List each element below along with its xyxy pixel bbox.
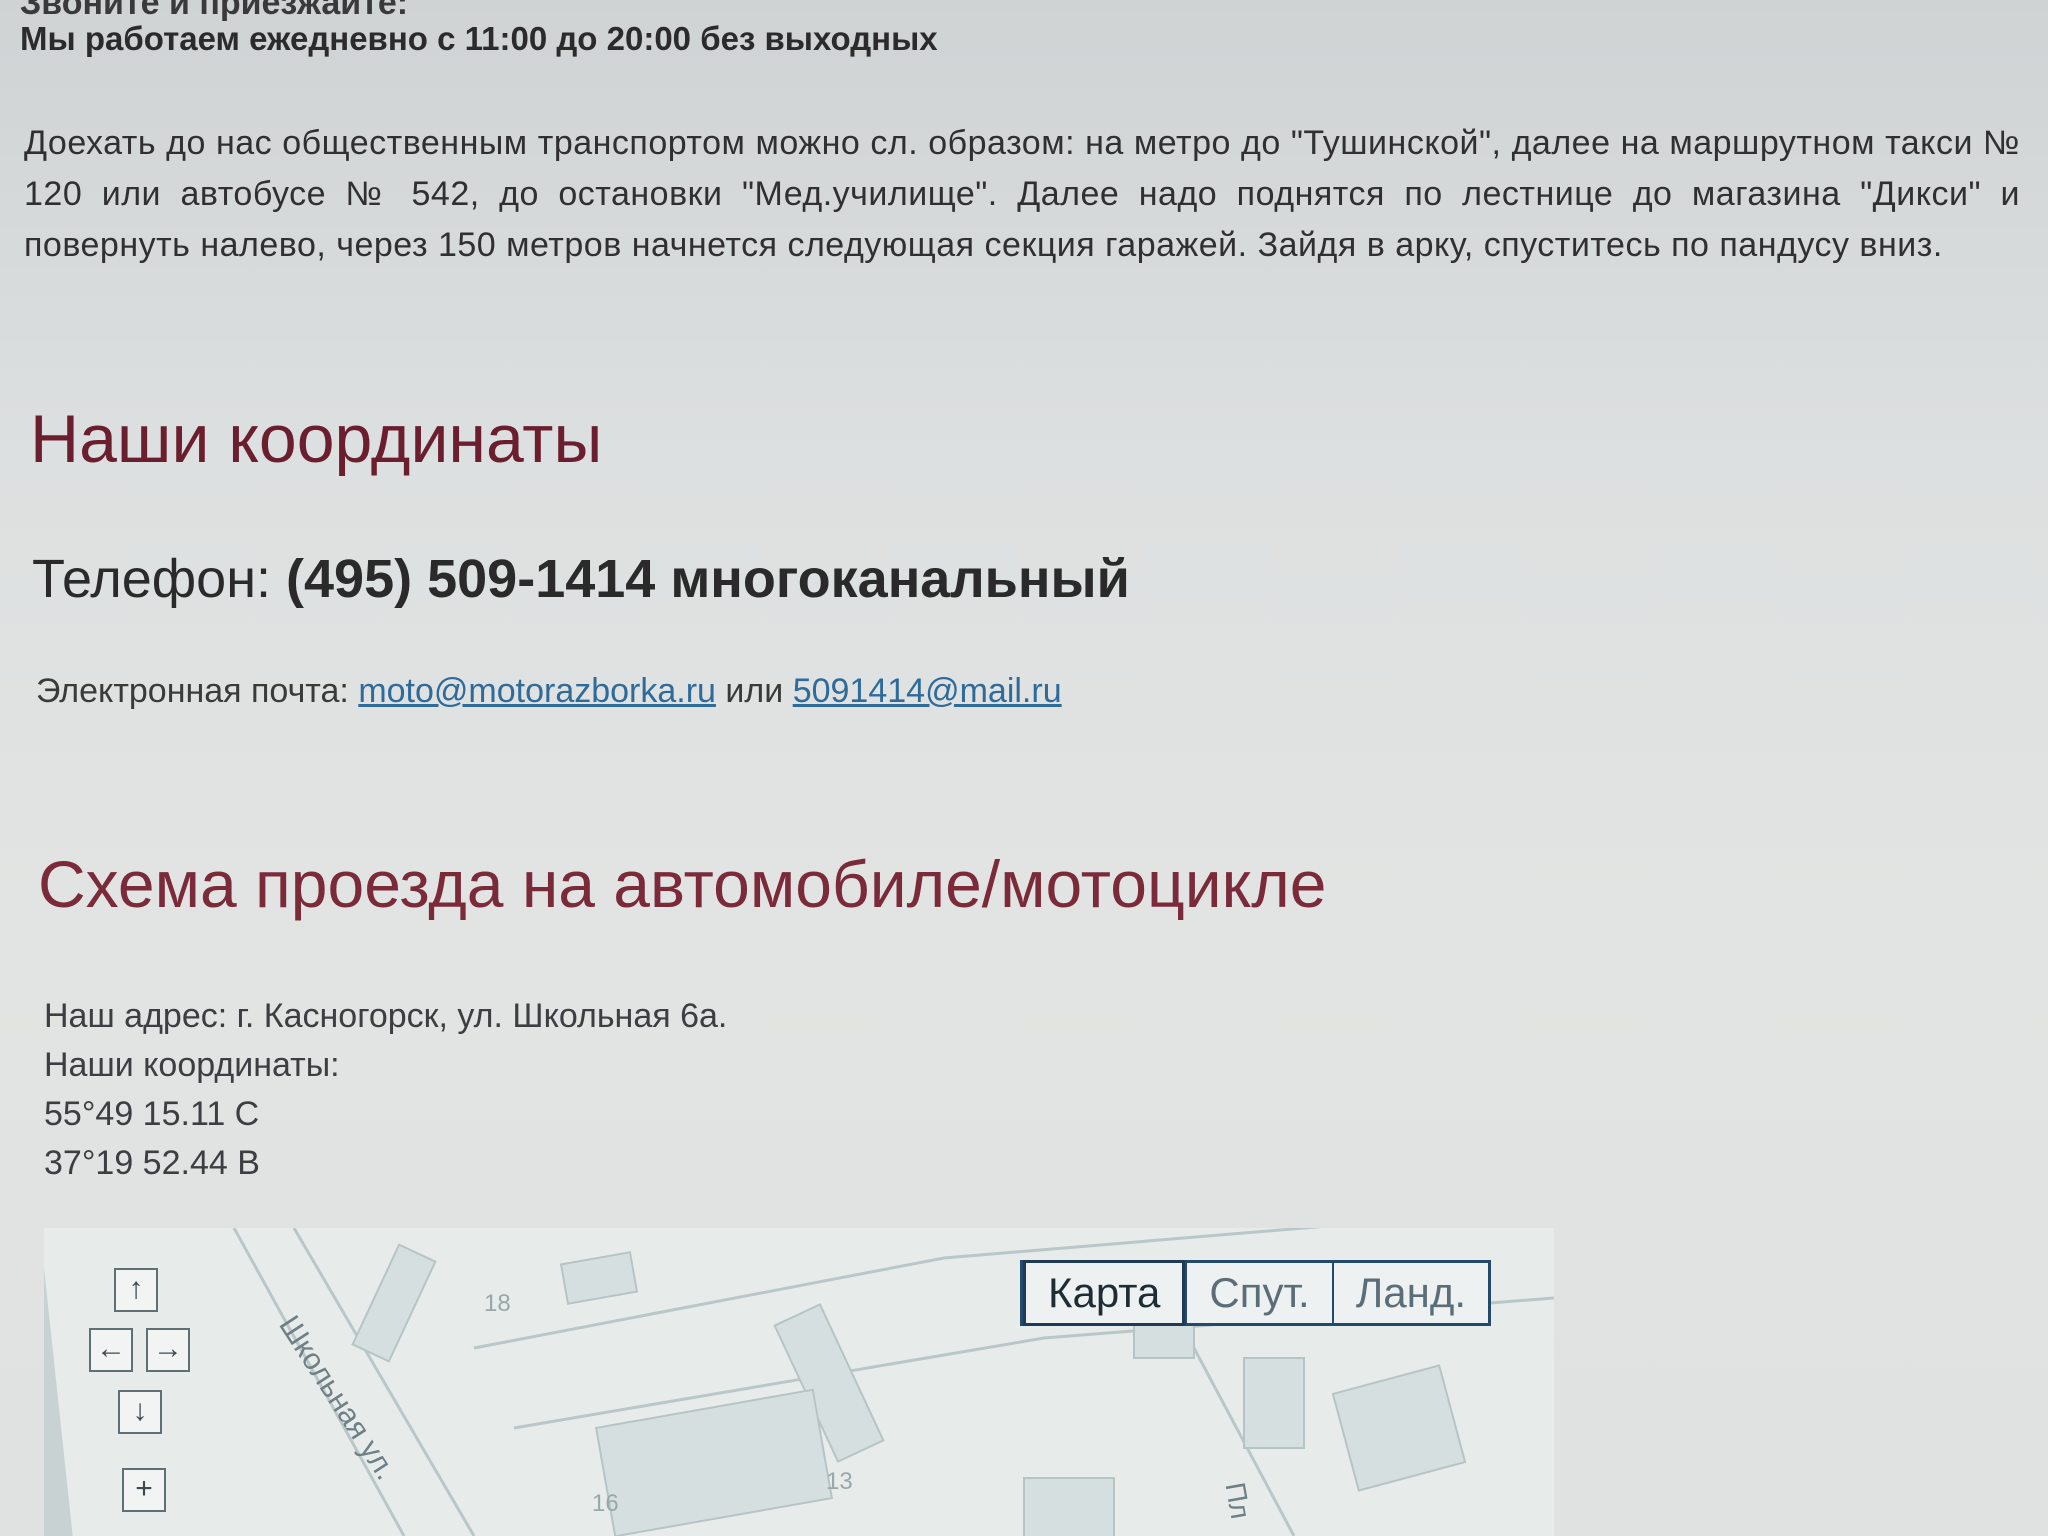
- house-number-18: 18: [484, 1290, 511, 1317]
- coordinates-heading: Наши координаты: [30, 401, 603, 477]
- phone-number: (495) 509-1414 многоканальный: [286, 549, 1130, 609]
- street-label-second: Пл: [1219, 1480, 1257, 1522]
- email-or: или: [725, 672, 784, 710]
- map-type-map-button[interactable]: Карта: [1023, 1260, 1186, 1326]
- house-number-16: 16: [592, 1490, 619, 1517]
- email-label: Электронная почта:: [36, 672, 349, 710]
- address-block: Наш адрес: г. Касногорск, ул. Школьная 6…: [44, 992, 727, 1188]
- working-hours-text: Мы работаем ежедневно с 11:00 до 20:00 б…: [20, 20, 938, 57]
- map-type-switcher: Карта Спут. Ланд.: [1020, 1260, 1492, 1326]
- pan-right-icon[interactable]: →: [146, 1328, 190, 1372]
- house-number-13: 13: [826, 1468, 853, 1495]
- zoom-in-icon[interactable]: +: [122, 1468, 166, 1512]
- pan-up-icon[interactable]: ↑: [114, 1268, 158, 1312]
- page-background: Звоните и приезжайте: Мы работаем ежедне…: [0, 0, 2048, 1536]
- email-link-primary[interactable]: moto@motorazborka.ru: [358, 672, 716, 710]
- map-type-landscape-button[interactable]: Ланд.: [1331, 1263, 1488, 1323]
- driving-scheme-heading: Схема проезда на автомобиле/мотоцикле: [38, 847, 1327, 921]
- email-link-secondary[interactable]: 5091414@mail.ru: [793, 672, 1062, 710]
- phone-line: Телефон: (495) 509-1414 многоканальный: [32, 548, 1130, 610]
- email-line: Электронная почта: moto@motorazborka.ru …: [36, 672, 1062, 711]
- pan-down-icon[interactable]: ↓: [118, 1390, 162, 1434]
- map-type-satellite-button[interactable]: Спут.: [1185, 1263, 1331, 1323]
- latitude-value: 55°49 15.11 С: [44, 1095, 260, 1133]
- directions-paragraph: Доехать до нас общественным транспортом …: [24, 124, 2020, 264]
- address-text: Наш адрес: г. Касногорск, ул. Школьная 6…: [44, 997, 728, 1035]
- pan-left-icon[interactable]: ←: [89, 1328, 133, 1372]
- longitude-value: 37°19 52.44 В: [44, 1144, 260, 1182]
- phone-label: Телефон:: [32, 549, 272, 609]
- coordinates-label: Наши координаты:: [44, 1046, 340, 1084]
